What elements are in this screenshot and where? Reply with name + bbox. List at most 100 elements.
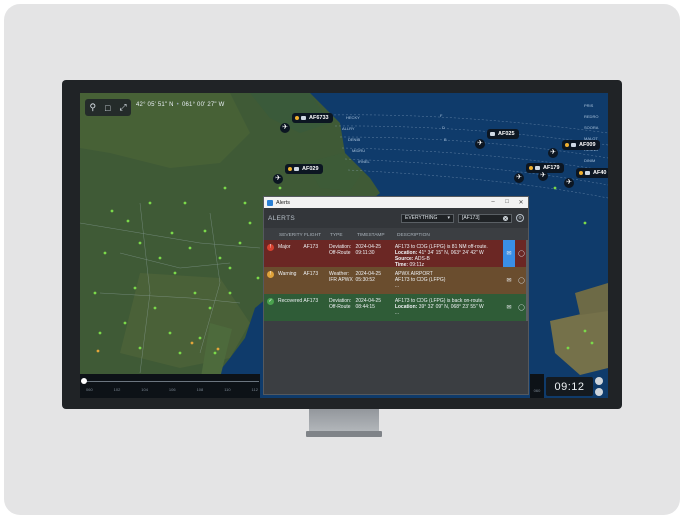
description: AF173 to CDG (LFPG) is back on-route. Lo… [395, 294, 503, 321]
airplane-icon[interactable]: ✈ [548, 148, 558, 158]
description: APWX AIRPORT AF173 to CDG (LFPG) ... [395, 267, 503, 294]
column-severity[interactable]: SEVERITY [264, 233, 304, 238]
column-type[interactable]: TYPE [330, 233, 357, 238]
column-timestamp[interactable]: TIMESTAMP [357, 233, 397, 238]
airplane-icon[interactable]: ✈ [273, 174, 283, 184]
message-icon[interactable]: ✉ [503, 240, 515, 267]
flight-label[interactable]: AF009 [562, 140, 600, 150]
tick-label: 104 [141, 387, 148, 392]
status-icon [288, 167, 292, 171]
svg-text:REDRO: REDRO [584, 114, 598, 119]
alert-row-recovered[interactable]: ✓ Recovered AF173 Deviation: Off-Route 20… [264, 294, 528, 321]
message-icon [301, 116, 306, 120]
svg-text:DENIB: DENIB [348, 137, 361, 142]
tick-label: 108 [196, 387, 204, 392]
message-icon[interactable]: ✉ [503, 267, 515, 294]
search-icon[interactable]: ⚲ [89, 102, 96, 113]
airplane-icon[interactable]: ✈ [475, 139, 485, 149]
maximize-icon[interactable]: □ [500, 199, 514, 206]
svg-text:PRIS: PRIS [584, 103, 594, 108]
callsign: AF025 [498, 131, 515, 137]
timeline-end: 060 [530, 374, 544, 398]
alert-row-major[interactable]: ! Major AF173 Deviation: Off-Route 2024-0… [264, 240, 528, 268]
filter-value: EVERYTHING [405, 215, 438, 221]
airplane-icon[interactable]: ✈ [514, 173, 524, 183]
status-icon [565, 143, 569, 147]
settings-icon[interactable]: ⚙ [516, 214, 524, 222]
message-icon [294, 167, 299, 171]
minimize-icon[interactable]: – [486, 199, 500, 206]
severity: Warning [278, 271, 297, 277]
tick-label: 106 [168, 387, 176, 392]
monitor-stand-base [306, 431, 382, 437]
tick-label: 102 [113, 387, 121, 392]
alerts-title: ALERTS [268, 214, 295, 222]
scrollbar[interactable] [526, 240, 528, 321]
flight-label[interactable]: AF40 [576, 168, 608, 178]
status-icon [579, 171, 583, 175]
clock-controls [595, 377, 604, 396]
timeline[interactable]: 060 102 104 106 108 110 112 [80, 374, 260, 398]
alerts-window: Alerts – □ ✕ ALERTS EVERYTHING ▾ [AF173]… [263, 196, 529, 395]
alert-type: Deviation: Off-Route [328, 244, 352, 256]
timeline-ticks: 060 102 104 106 108 110 112 [86, 387, 258, 392]
tick-label: 060 [86, 387, 93, 392]
warning-icon: ! [267, 271, 274, 278]
flight: AF173 [303, 244, 319, 250]
column-description[interactable]: DESCRIPTION [397, 233, 507, 238]
flight-label[interactable]: AF6733 [292, 113, 333, 123]
svg-text:ALLRY: ALLRY [342, 126, 355, 131]
coordinate-readout: 42° 05' 51" N • 061° 00' 27" W [136, 102, 225, 108]
tick-label: 112 [251, 387, 258, 392]
timestamp: 2024-04-25 08:44:15 [355, 298, 382, 310]
description-line: ... [394, 310, 399, 316]
timeline-handle[interactable] [81, 378, 87, 384]
clock: 09:12 [546, 377, 593, 396]
clear-search-icon[interactable]: ✕ [503, 215, 508, 221]
callsign: AF6733 [309, 115, 329, 121]
alert-type: Deviation: Off-Route [328, 298, 352, 310]
svg-text:IRNEL: IRNEL [358, 159, 371, 164]
alert-row-warning[interactable]: ! Warning AF173 Weather: IFR APWX 2024-04… [264, 267, 528, 294]
close-icon[interactable]: ✕ [514, 199, 528, 206]
svg-text:SOORA: SOORA [584, 125, 599, 130]
timestamp: 2024-04-25 09:11:30 [355, 244, 382, 256]
map-screen[interactable]: HECKY ALLRY DENIB MIDRU IRNEL FDB PRIS REDRO… [80, 93, 608, 398]
major-icon: ! [267, 244, 274, 251]
svg-text:D: D [442, 125, 445, 130]
svg-text:DINIM: DINIM [584, 158, 595, 163]
latitude: 42° 05' 51" N [136, 102, 174, 108]
column-flight[interactable]: FLIGHT [304, 233, 330, 238]
search-input[interactable]: [AF173] ✕ [458, 213, 512, 223]
svg-text:B: B [444, 137, 447, 142]
svg-text:MIDRU: MIDRU [352, 148, 365, 153]
callsign: AF009 [579, 142, 596, 148]
window-titlebar[interactable]: Alerts – □ ✕ [264, 197, 528, 208]
clock-up-button[interactable] [595, 377, 603, 385]
window-title: Alerts [276, 199, 291, 206]
app-icon [267, 199, 273, 206]
svg-text:HECKY: HECKY [346, 115, 360, 120]
callsign: AF029 [302, 166, 319, 172]
timeline-track[interactable] [83, 381, 259, 382]
message-icon [535, 166, 540, 170]
flight-label[interactable]: AF025 [487, 129, 519, 139]
flight: AF173 [303, 298, 319, 304]
airplane-icon[interactable]: ✈ [564, 178, 574, 188]
airplane-icon[interactable]: ✈ [538, 171, 548, 181]
message-icon [571, 143, 576, 147]
severity: Recovered [278, 298, 303, 304]
clock-down-button[interactable] [595, 388, 603, 396]
airplane-icon[interactable]: ✈ [280, 123, 290, 133]
select-area-icon[interactable]: □ [105, 103, 110, 113]
message-icon[interactable]: ✉ [503, 294, 515, 321]
message-icon [585, 171, 590, 175]
flight-label[interactable]: AF029 [285, 164, 323, 174]
tick-label: 060 [533, 388, 541, 393]
status-icon [529, 166, 533, 170]
callsign: AF179 [543, 165, 560, 171]
message-icon [490, 132, 495, 136]
search-value: [AF173] [462, 215, 480, 221]
filter-dropdown[interactable]: EVERYTHING ▾ [401, 213, 454, 223]
expand-icon[interactable]: ⤢ [119, 102, 126, 113]
